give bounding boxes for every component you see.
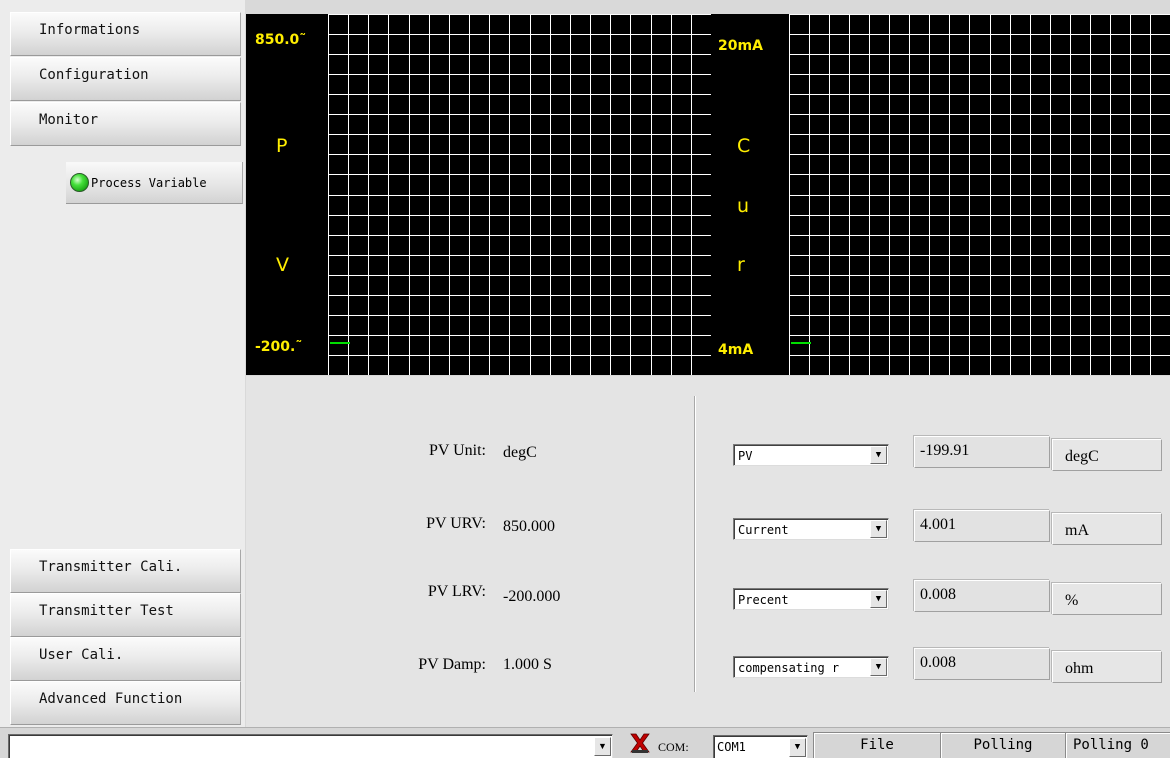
dropdown-arrow-icon[interactable]: ▼ bbox=[870, 658, 887, 676]
pv-lrv-label: PV LRV: bbox=[427, 583, 486, 600]
pv-letter-p: P bbox=[276, 135, 288, 157]
readout-unit-resistance: ohm bbox=[1052, 651, 1162, 683]
pv-axis-labels: 850.0˜ P V -200.˜ bbox=[246, 14, 328, 375]
current-trend-trace bbox=[791, 342, 811, 344]
readout-value-resistance: 0.008 bbox=[914, 648, 1050, 680]
nav-user-cali[interactable]: User Cali. bbox=[10, 637, 241, 681]
readout-select-pv-value: PV bbox=[738, 449, 753, 463]
grid-lines bbox=[328, 14, 711, 375]
current-letter-r: r bbox=[737, 254, 745, 276]
readout-unit-pv: degC bbox=[1052, 439, 1162, 471]
pv-letter-v: V bbox=[276, 254, 289, 276]
pv-lrv-value: -200.000 bbox=[503, 588, 561, 605]
grid-lines bbox=[789, 14, 1170, 375]
nav-process-variable[interactable]: Process Variable bbox=[66, 162, 243, 204]
com-label: COM: bbox=[658, 740, 689, 754]
green-led-icon bbox=[70, 173, 89, 192]
current-axis-labels: 20mA C u r 4mA bbox=[711, 14, 789, 375]
nav-transmitter-test[interactable]: Transmitter Test bbox=[10, 593, 241, 637]
readout-select-pv[interactable]: PV ▼ bbox=[733, 444, 889, 466]
sidebar: Informations Configuration Monitor Proce… bbox=[0, 0, 245, 727]
status-file: File bbox=[813, 732, 940, 758]
disconnected-x-icon[interactable] bbox=[628, 732, 652, 754]
current-max-label: 20mA bbox=[718, 38, 763, 54]
status-polling: Polling bbox=[940, 732, 1065, 758]
readout-select-resistance-value: compensating r bbox=[738, 661, 840, 675]
readout-select-current[interactable]: Current ▼ bbox=[733, 518, 889, 540]
pv-max-label: 850.0˜ bbox=[255, 32, 307, 48]
pv-damp-label: PV Damp: bbox=[418, 656, 486, 673]
panel-divider bbox=[694, 396, 696, 692]
readout-value-current: 4.001 bbox=[914, 510, 1050, 542]
nav-monitor[interactable]: Monitor bbox=[10, 102, 241, 146]
readout-unit-percent: % bbox=[1052, 583, 1162, 615]
pv-min-label: -200.˜ bbox=[255, 339, 303, 355]
current-letter-u: u bbox=[737, 195, 750, 217]
trend-charts: 850.0˜ P V -200.˜ 20mA C u r 4mA bbox=[246, 14, 1170, 375]
readout-select-resistance[interactable]: compensating r ▼ bbox=[733, 656, 889, 678]
readout-value-pv: -199.91 bbox=[914, 436, 1050, 468]
pv-trend-grid bbox=[328, 14, 711, 375]
current-trend-grid bbox=[789, 14, 1170, 375]
pv-unit-value: degC bbox=[503, 444, 537, 461]
pv-damp-value: 1.000 S bbox=[503, 656, 552, 673]
nav-transmitter-cali[interactable]: Transmitter Cali. bbox=[10, 549, 241, 593]
status-polling-count: Polling 0 bbox=[1065, 732, 1170, 758]
readout-value-percent: 0.008 bbox=[914, 580, 1050, 612]
dropdown-arrow-icon[interactable]: ▼ bbox=[870, 520, 887, 538]
pv-urv-label: PV URV: bbox=[426, 515, 486, 532]
process-variable-label: Process Variable bbox=[91, 175, 207, 190]
current-min-label: 4mA bbox=[718, 342, 754, 358]
nav-advanced-function[interactable]: Advanced Function bbox=[10, 681, 241, 725]
dropdown-arrow-icon[interactable]: ▼ bbox=[870, 446, 887, 464]
com-port-value: COM1 bbox=[717, 740, 746, 754]
readout-select-percent[interactable]: Precent ▼ bbox=[733, 588, 889, 610]
readout-select-percent-value: Precent bbox=[738, 593, 789, 607]
dropdown-arrow-icon[interactable]: ▼ bbox=[594, 737, 611, 756]
nav-configuration[interactable]: Configuration bbox=[10, 57, 241, 101]
nav-informations[interactable]: Informations bbox=[10, 12, 241, 56]
readout-select-current-value: Current bbox=[738, 523, 789, 537]
com-port-select[interactable]: COM1 ▼ bbox=[713, 735, 808, 758]
dropdown-arrow-icon[interactable]: ▼ bbox=[789, 738, 806, 757]
dropdown-arrow-icon[interactable]: ▼ bbox=[870, 590, 887, 608]
command-combobox[interactable]: ▼ bbox=[8, 734, 613, 758]
pv-unit-label: PV Unit: bbox=[428, 442, 486, 459]
status-bar: ▼ COM: COM1 ▼ File Polling Polling 0 bbox=[0, 727, 1170, 758]
pv-urv-value: 850.000 bbox=[503, 518, 555, 535]
monitor-panel: PV Unit: degC PV URV: 850.000 PV LRV: -2… bbox=[246, 376, 1170, 727]
current-letter-c: C bbox=[737, 135, 751, 157]
readout-unit-current: mA bbox=[1052, 513, 1162, 545]
pv-trend-trace bbox=[330, 342, 350, 344]
